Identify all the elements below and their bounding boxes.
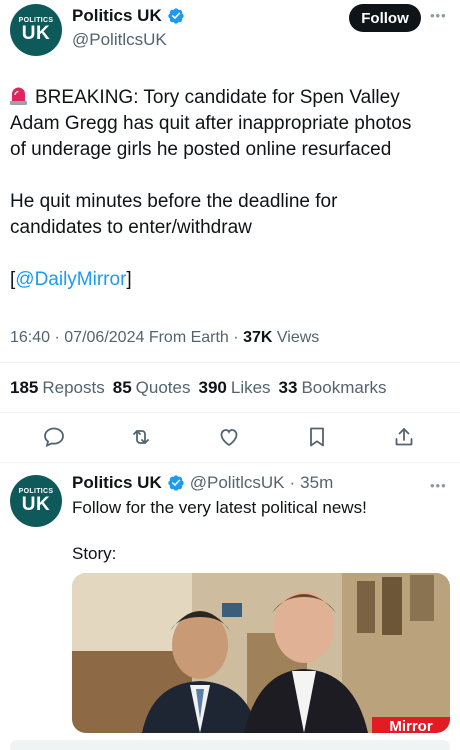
quotes-label: Quotes — [135, 378, 191, 397]
likes-label: Likes — [230, 378, 271, 397]
avatar-main-text: UK — [21, 494, 51, 515]
meta-separator: · — [54, 329, 60, 346]
divider — [0, 362, 460, 363]
author-handle[interactable]: @PolitlcsUK — [72, 30, 167, 50]
author-name-row[interactable]: Politics UK — [72, 6, 185, 26]
avatar[interactable]: POLITICS UK — [10, 4, 62, 56]
quotes-count: 85 — [112, 378, 132, 397]
tweet-date[interactable]: 07/06/2024 — [64, 329, 144, 346]
repost-icon[interactable] — [129, 425, 153, 449]
reply-line-1: Follow for the very latest political new… — [72, 498, 367, 517]
tweet-time[interactable]: 16:40 — [10, 329, 50, 346]
display-name[interactable]: Politics UK — [72, 6, 162, 26]
police-light-icon — [10, 87, 27, 105]
bookmarks-count: 33 — [278, 378, 298, 397]
bookmarks-stat[interactable]: 33 Bookmarks — [279, 378, 387, 398]
mention-link[interactable]: @DailyMirror — [15, 269, 126, 290]
reply-handle[interactable]: @PolitlcsUK — [190, 473, 285, 493]
tweet-meta: 16:40 · 07/06/2024 From Earth · 37K View… — [10, 329, 319, 347]
reply-icon[interactable] — [42, 425, 66, 449]
reposts-stat[interactable]: 185 Reposts — [10, 378, 105, 398]
tweet-line-3: of underage girls he posted online resur… — [10, 139, 392, 160]
likes-count: 390 — [198, 378, 227, 397]
photo-illustration: Mirror — [72, 573, 450, 733]
meta-separator: · — [289, 473, 296, 492]
views-count[interactable]: 37K — [243, 329, 272, 346]
like-icon[interactable] — [217, 425, 241, 449]
reposts-label: Reposts — [42, 378, 105, 397]
reposts-count: 185 — [10, 378, 39, 397]
source-link-line: [@DailyMirror] — [10, 267, 450, 293]
likes-stat[interactable]: 390 Likes — [198, 378, 270, 398]
reply-time[interactable]: 35m — [300, 473, 333, 493]
tweet-line-2: Adam Gregg has quit after inappropriate … — [10, 113, 412, 134]
tweet-text: BREAKING: Tory candidate for Spen Valley… — [10, 85, 450, 293]
engagement-stats: 185 Reposts 85 Quotes 390 Likes 33 Bookmarks — [10, 378, 387, 398]
divider — [0, 462, 460, 463]
verified-badge-icon — [168, 8, 184, 24]
avatar-main-text: UK — [21, 23, 51, 44]
reply-avatar[interactable]: POLITICS UK — [10, 475, 62, 527]
quotes-stat[interactable]: 85 Quotes — [113, 378, 191, 398]
divider — [0, 412, 460, 413]
more-horizontal-icon[interactable]: ••• — [430, 478, 447, 493]
link-bracket-close: ] — [126, 269, 132, 290]
reply-line-2: Story: — [72, 544, 117, 563]
bookmarks-label: Bookmarks — [301, 378, 387, 397]
more-horizontal-icon[interactable]: ••• — [430, 8, 447, 23]
attached-photo[interactable]: Mirror — [72, 573, 450, 733]
tweet-line-1: BREAKING: Tory candidate for Spen Valley — [35, 87, 400, 108]
compose-bar[interactable] — [10, 740, 450, 750]
share-icon[interactable] — [392, 425, 416, 449]
meta-separator: · — [233, 329, 239, 346]
photo-watermark: Mirror — [389, 718, 433, 733]
reply-author-row[interactable]: Politics UK @PolitlcsUK · 35m — [72, 473, 333, 493]
tweet-line-5: candidates to enter/withdraw — [10, 217, 252, 238]
action-bar — [0, 425, 460, 451]
verified-badge-icon — [168, 475, 184, 491]
tweet-source: From Earth — [148, 329, 229, 346]
tweet-line-4: He quit minutes before the deadline for — [10, 191, 338, 212]
views-label[interactable]: Views — [277, 329, 319, 346]
follow-button[interactable]: Follow — [349, 4, 421, 32]
bookmark-icon[interactable] — [305, 425, 329, 449]
reply-display-name[interactable]: Politics UK — [72, 473, 162, 493]
